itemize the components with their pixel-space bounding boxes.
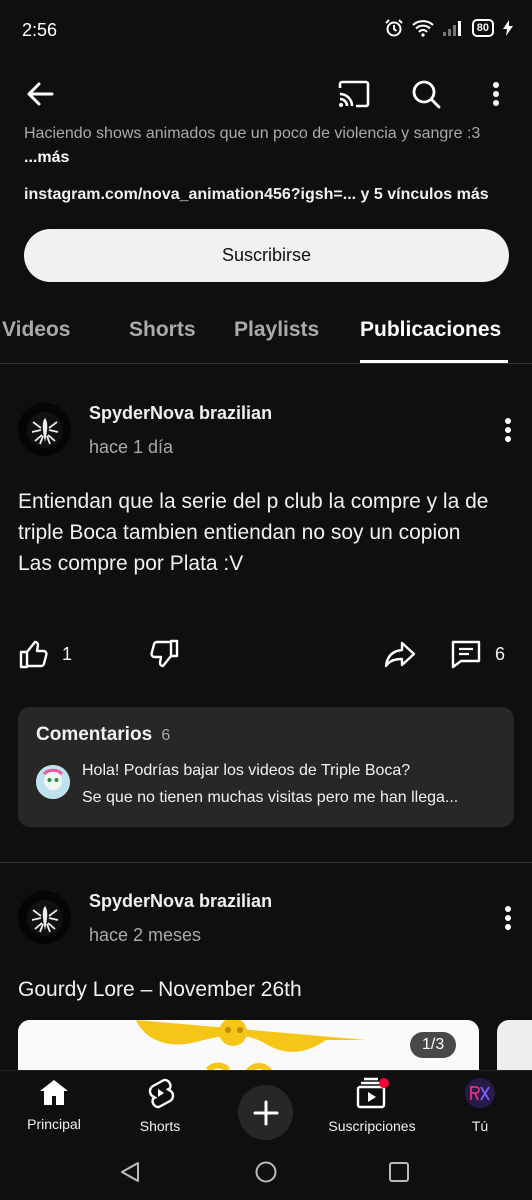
alarm-icon <box>385 19 403 37</box>
nav-you[interactable]: Tú <box>460 1077 500 1134</box>
comments-header: Comentarios 6 <box>36 724 170 746</box>
channel-description[interactable]: Haciendo shows animados que un poco de v… <box>24 122 514 170</box>
commenter-avatar <box>36 765 70 799</box>
kebab-menu-icon <box>493 82 499 106</box>
nav-home[interactable]: Principal <box>25 1077 83 1132</box>
spider-logo-icon <box>26 411 63 448</box>
comments-count: 6 <box>161 727 171 744</box>
nav-subscriptions-label: Suscripciones <box>328 1118 416 1134</box>
spider-logo-icon <box>26 899 63 936</box>
kebab-menu-icon <box>505 906 511 930</box>
more-options-button[interactable] <box>476 74 516 114</box>
cast-icon <box>338 80 370 108</box>
tab-publicaciones[interactable]: Publicaciones <box>360 318 501 342</box>
status-time: 2:56 <box>22 20 58 40</box>
nav-shorts-label: Shorts <box>139 1118 181 1134</box>
thumbs-up-icon <box>19 640 48 669</box>
commenter-avatar-icon <box>36 765 70 799</box>
nav-you-label: Tú <box>471 1118 489 1134</box>
back-button[interactable] <box>20 74 60 114</box>
post-author[interactable]: SpyderNova brazilian <box>89 403 272 424</box>
system-navigation-bar <box>0 1142 532 1200</box>
post-time: hace 1 día <box>89 437 174 457</box>
active-tab-indicator <box>360 360 508 363</box>
status-bar: 2:56 80 <box>0 0 532 60</box>
wifi-icon <box>412 20 434 37</box>
home-icon <box>40 1080 68 1105</box>
battery-indicator: 80 <box>471 19 494 37</box>
back-arrow-icon <box>27 82 54 106</box>
kebab-menu-icon <box>505 418 511 442</box>
post-divider <box>0 862 532 863</box>
share-button[interactable] <box>383 634 417 674</box>
search-button[interactable] <box>406 74 446 114</box>
post-time: hace 2 meses <box>89 925 202 945</box>
charging-icon <box>503 20 513 36</box>
image-counter: 1/3 <box>410 1032 457 1058</box>
shorts-icon <box>148 1078 175 1109</box>
system-home-icon[interactable] <box>254 1160 278 1184</box>
subscribe-button[interactable]: Suscribirse <box>24 229 509 282</box>
like-button[interactable]: 1 <box>18 634 72 674</box>
channel-links[interactable]: instagram.com/nova_animation456?igsh=...… <box>24 186 489 204</box>
status-icons: 80 <box>384 18 514 38</box>
comment-preview-line1: Hola! Podrías bajar los videos de Triple… <box>82 762 411 779</box>
post-text: Entiendan que la serie del p club la com… <box>18 490 489 575</box>
tab-shorts[interactable]: Shorts <box>129 318 196 342</box>
top-app-bar <box>0 60 532 128</box>
nav-shorts[interactable]: Shorts <box>135 1077 185 1134</box>
system-recents-icon[interactable] <box>388 1161 410 1183</box>
comments-title: Comentarios <box>36 724 153 745</box>
post-author[interactable]: SpyderNova brazilian <box>89 891 272 912</box>
share-icon <box>384 641 416 668</box>
comments-preview[interactable]: Comentarios 6 Hola! Podrías bajar los vi… <box>18 707 514 827</box>
post-menu-button[interactable] <box>498 903 518 933</box>
comment-icon <box>451 640 481 669</box>
tab-videos[interactable]: Videos <box>2 318 70 342</box>
avatar[interactable] <box>18 403 71 456</box>
bottom-navigation: Principal Shorts Suscripciones Tú <box>0 1070 532 1142</box>
comments-button[interactable]: 6 <box>449 634 505 674</box>
more-link[interactable]: ...más <box>24 149 69 166</box>
signal-icon <box>442 21 461 36</box>
nav-subscriptions[interactable]: Suscripciones <box>326 1077 418 1134</box>
channel-description-text: Haciendo shows animados que un poco de v… <box>24 125 481 142</box>
system-back-icon[interactable] <box>118 1160 142 1184</box>
search-icon <box>412 80 441 109</box>
comment-preview-line2: Se que no tienen muchas visitas pero me … <box>82 789 459 806</box>
like-count: 1 <box>62 643 73 664</box>
plus-icon <box>253 1100 278 1125</box>
dislike-button[interactable] <box>148 634 180 674</box>
tab-playlists[interactable]: Playlists <box>234 318 319 342</box>
thumbs-down-icon <box>150 639 179 668</box>
subscriptions-icon <box>356 1077 389 1109</box>
post-actions: 1 6 <box>0 634 532 674</box>
avatar[interactable] <box>18 891 71 944</box>
create-button[interactable] <box>238 1085 293 1140</box>
channel-tabs: Videos Shorts Playlists Publicaciones <box>0 300 532 364</box>
comment-count: 6 <box>495 643 506 664</box>
profile-avatar-icon <box>465 1078 495 1108</box>
post-menu-button[interactable] <box>498 415 518 445</box>
post-text: Gourdy Lore – November 26th <box>18 978 302 1001</box>
nav-home-label: Principal <box>27 1116 81 1132</box>
cast-button[interactable] <box>334 74 374 114</box>
